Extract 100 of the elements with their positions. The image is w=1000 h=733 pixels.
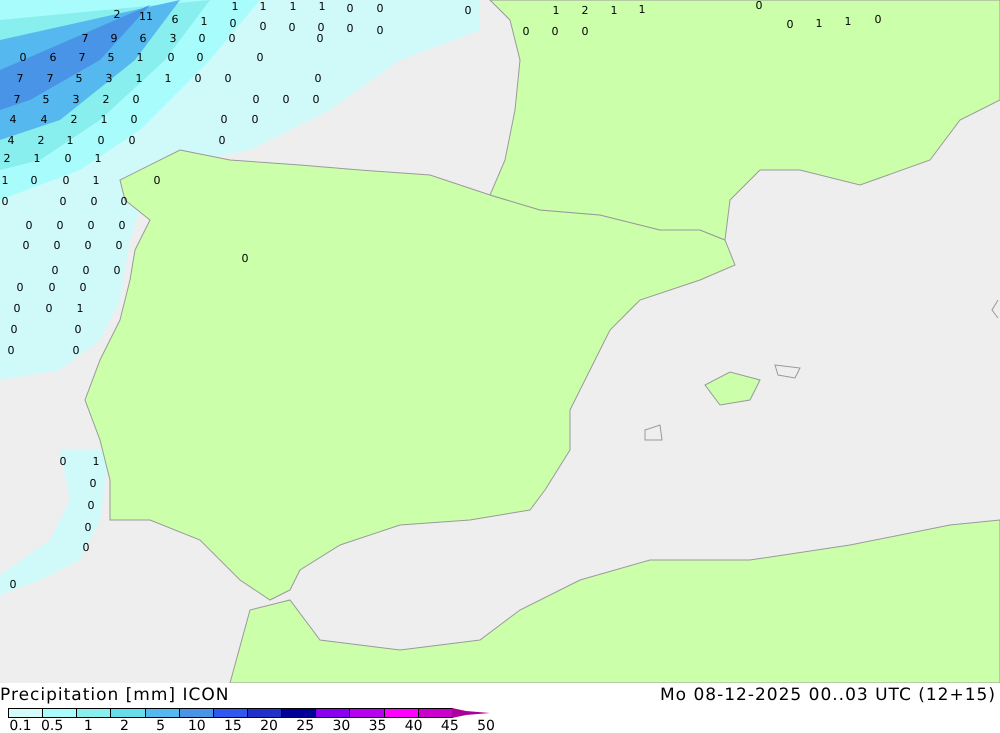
precipitation-value: 2 — [102, 93, 110, 106]
precipitation-value: 0 — [98, 134, 104, 147]
precipitation-value: 0 — [120, 195, 128, 208]
precipitation-value: 0 — [218, 134, 226, 147]
precipitation-value: 2 — [38, 134, 44, 147]
precipitation-value: 0 — [260, 20, 266, 33]
precipitation-value: 0 — [582, 25, 588, 38]
precipitation-value: 0 — [2, 195, 8, 208]
precipitation-value: 2 — [70, 113, 78, 126]
precipitation-value: 0 — [74, 323, 82, 336]
legend-value: 1 — [84, 718, 93, 733]
precipitation-value: 1 — [610, 4, 618, 17]
precipitation-value: 0 — [60, 455, 66, 468]
precipitation-value: 0 — [22, 239, 30, 252]
precipitation-value: 0 — [26, 219, 32, 232]
precipitation-value: 1 — [290, 0, 296, 13]
legend-value: 20 — [260, 718, 278, 733]
precipitation-value: 3 — [170, 32, 176, 45]
precipitation-value: 0 — [168, 51, 174, 64]
precipitation-value: 0 — [196, 51, 204, 64]
precipitation-value: 7 — [14, 93, 20, 106]
precipitation-value: 0 — [346, 22, 354, 35]
precipitation-value: 0 — [314, 72, 322, 85]
precipitation-value: 0 — [132, 93, 140, 106]
precipitation-value: 1 — [92, 174, 100, 187]
precipitation-value: 1 — [164, 72, 172, 85]
legend-value: 2 — [120, 718, 129, 733]
precipitation-value: 0 — [198, 32, 206, 45]
precipitation-value: 0 — [252, 93, 260, 106]
precipitation-value: 0 — [522, 25, 530, 38]
precipitation-value: 7 — [16, 72, 24, 85]
legend-value: 35 — [368, 718, 386, 733]
precipitation-value: 9 — [110, 32, 118, 45]
precipitation-value: 1 — [200, 15, 208, 28]
legend-value: 45 — [440, 718, 459, 733]
precipitation-value: 0 — [84, 521, 92, 534]
precipitation-value: 0 — [230, 17, 236, 30]
precipitation-value: 1 — [638, 3, 646, 16]
precipitation-value: 0 — [88, 219, 94, 232]
precipitation-value: 0 — [316, 32, 324, 45]
precipitation-value: 0 — [552, 25, 558, 38]
precipitation-value: 0 — [252, 113, 258, 126]
precipitation-value: 0 — [114, 264, 120, 277]
precipitation-value: 2 — [4, 152, 10, 165]
precipitation-value: 1 — [2, 174, 8, 187]
precipitation-value: 0 — [48, 281, 56, 294]
precipitation-value: 0 — [90, 477, 96, 490]
precipitation-value: 1 — [34, 152, 40, 165]
precipitation-value: 0 — [16, 281, 24, 294]
precipitation-value: 0 — [64, 152, 72, 165]
precipitation-value: 3 — [72, 93, 80, 106]
precipitation-value: 1 — [136, 72, 142, 85]
precipitation-value: 0 — [54, 239, 60, 252]
forecast-time: Mo 08-12-2025 00..03 UTC (12+15) — [660, 684, 996, 707]
precipitation-value: 0 — [224, 72, 232, 85]
precipitation-value: 0 — [82, 541, 90, 554]
precipitation-value: 0 — [242, 252, 248, 265]
precipitation-value: 0 — [346, 2, 354, 15]
precipitation-value: 0 — [88, 499, 94, 512]
precipitation-value: 5 — [42, 93, 50, 106]
precipitation-value: 1 — [552, 4, 560, 17]
precipitation-value: 0 — [128, 134, 136, 147]
precipitation-value: 6 — [172, 13, 178, 26]
precipitation-value: 0 — [130, 113, 138, 126]
precipitation-value: 1 — [66, 134, 74, 147]
precipitation-value: 6 — [140, 32, 146, 45]
precipitation-value: 3 — [106, 72, 112, 85]
legend-value: 15 — [224, 718, 242, 733]
precipitation-value: 6 — [50, 51, 56, 64]
precipitation-value: 0 — [282, 93, 290, 106]
legend-value: 0.1 — [9, 718, 32, 733]
precipitation-value: 1 — [232, 0, 238, 13]
precipitation-value: 5 — [76, 72, 82, 85]
precipitation-value: 0 — [82, 264, 90, 277]
precipitation-value: 4 — [10, 113, 16, 126]
precipitation-value: 1 — [816, 17, 822, 30]
precipitation-value: 2 — [582, 4, 588, 17]
precipitation-value: 0 — [756, 0, 762, 12]
precipitation-value: 0 — [376, 24, 384, 37]
precipitation-value: 0 — [874, 13, 882, 26]
precipitation-value: 1 — [94, 152, 102, 165]
legend-value: 25 — [296, 718, 314, 733]
precipitation-value: 0 — [56, 219, 64, 232]
precipitation-value: 0 — [228, 32, 236, 45]
legend-value: 10 — [188, 718, 206, 733]
precipitation-value: 1 — [76, 302, 84, 315]
precipitation-value: 0 — [80, 281, 86, 294]
precipitation-value: 0 — [30, 174, 38, 187]
precipitation-value: 4 — [40, 113, 48, 126]
precipitation-value: 1 — [136, 51, 144, 64]
legend-value: 40 — [404, 718, 423, 733]
legend-value: 0.5 — [41, 718, 64, 733]
precipitation-value: 0 — [20, 51, 26, 64]
precipitation-value: 1 — [318, 0, 326, 13]
precipitation-value: 1 — [844, 15, 852, 28]
precipitation-value: 0 — [116, 239, 122, 252]
precipitation-value: 0 — [194, 72, 202, 85]
precipitation-value: 0 — [90, 195, 98, 208]
precipitation-value: 0 — [60, 195, 66, 208]
precipitation-value: 0 — [256, 51, 264, 64]
